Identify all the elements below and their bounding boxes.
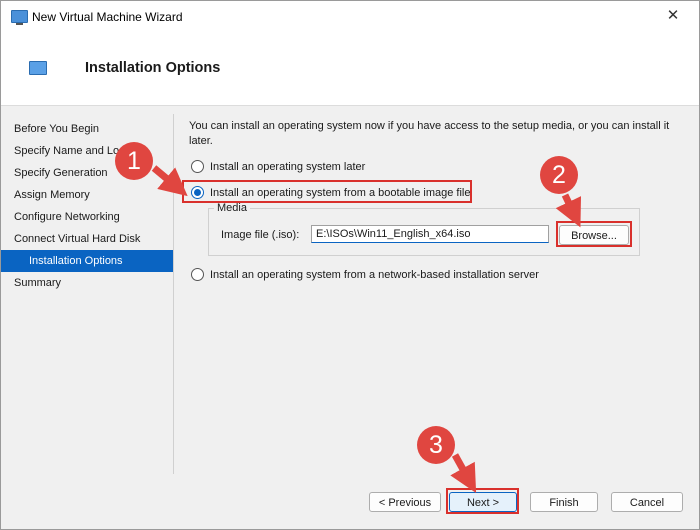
step-badge-1: 1 [115, 142, 153, 180]
annotation-arrows [151, 165, 582, 494]
step-badge-2: 2 [540, 156, 578, 194]
step-badge-3: 3 [417, 426, 455, 464]
arrow-step2 [555, 193, 582, 228]
arrow-step3 [450, 453, 477, 494]
arrow-step1 [151, 165, 188, 197]
